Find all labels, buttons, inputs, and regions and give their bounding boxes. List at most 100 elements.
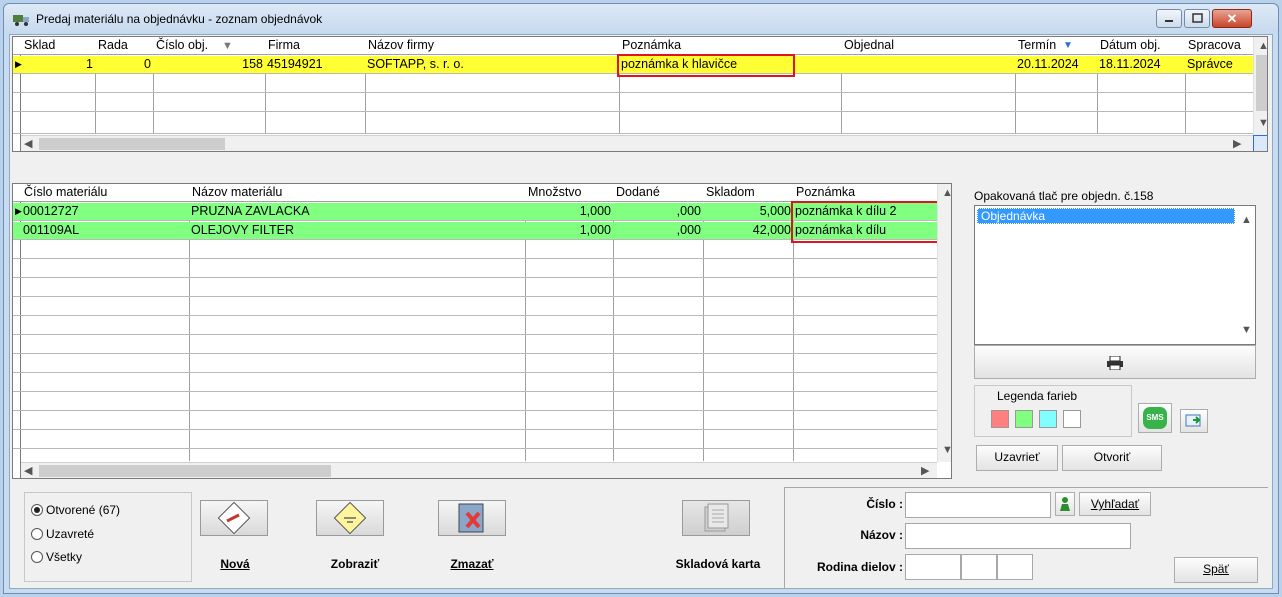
col-mnozstvo[interactable]: Množstvo bbox=[525, 184, 582, 202]
table-row[interactable] bbox=[13, 431, 937, 449]
person-search-icon bbox=[1060, 497, 1070, 511]
close-button[interactable]: ✕ bbox=[1212, 9, 1252, 28]
scroll-thumb[interactable] bbox=[39, 465, 331, 477]
rodina-input-3[interactable] bbox=[997, 554, 1033, 580]
table-row[interactable]: ▶ 1 0 158 45194921 SOFTAPP, s. r. o. poz… bbox=[13, 56, 1253, 74]
radio-uzavrete[interactable]: Uzavreté bbox=[31, 527, 94, 541]
col-datum-obj[interactable]: Dátum obj. bbox=[1097, 37, 1160, 55]
scroll-right-icon[interactable]: ▶ bbox=[921, 464, 929, 477]
cell-nazov: OLEJOVY FILTER bbox=[191, 223, 295, 237]
printer-icon bbox=[1107, 355, 1123, 371]
cell-skladom: 42,000 bbox=[752, 223, 791, 237]
reprint-list[interactable]: Objednávka ▲ ▼ bbox=[974, 205, 1256, 345]
items-horizontal-scrollbar[interactable]: ◀ ▶ bbox=[21, 462, 937, 478]
scroll-thumb[interactable] bbox=[1256, 55, 1267, 111]
table-row[interactable] bbox=[13, 317, 937, 335]
table-row[interactable] bbox=[13, 298, 937, 316]
nova-label[interactable]: Nová bbox=[210, 557, 260, 571]
radio-vsetky[interactable]: Všetky bbox=[31, 550, 82, 564]
col-spracoval[interactable]: Spracova bbox=[1185, 37, 1241, 55]
items-vertical-scrollbar[interactable]: ▲ ▼ bbox=[937, 184, 951, 462]
table-row[interactable] bbox=[13, 279, 937, 297]
orders-horizontal-scrollbar[interactable]: ◀ ▶ bbox=[21, 135, 1253, 151]
table-row[interactable] bbox=[13, 75, 1253, 93]
col-cislo-obj[interactable]: Číslo obj. bbox=[153, 37, 208, 55]
zobrazit-label[interactable]: Zobraziť bbox=[322, 557, 388, 571]
filter-icon[interactable]: ▼ bbox=[222, 40, 233, 52]
scroll-right-icon[interactable]: ▶ bbox=[1233, 137, 1241, 150]
table-row[interactable] bbox=[13, 374, 937, 392]
orders-header: Sklad Rada Číslo obj. ▼ Firma Názov firm… bbox=[13, 37, 1253, 55]
cell-mnozstvo: 1,000 bbox=[579, 204, 611, 218]
col-termin[interactable]: Termín bbox=[1015, 37, 1056, 55]
scroll-left-icon[interactable]: ◀ bbox=[24, 137, 32, 150]
col-nazov-materialu[interactable]: Názov materiálu bbox=[189, 184, 282, 202]
email-button[interactable] bbox=[1180, 409, 1208, 433]
minimize-icon bbox=[1165, 20, 1173, 22]
nova-button[interactable] bbox=[200, 500, 268, 536]
col-dodane[interactable]: Dodané bbox=[613, 184, 660, 202]
col-firma[interactable]: Firma bbox=[265, 37, 300, 55]
main-window: Predaj materiálu na objednávku - zoznam … bbox=[3, 3, 1279, 594]
col-cislo-materialu[interactable]: Číslo materiálu bbox=[21, 184, 107, 202]
rodina-dielov-label: Rodina dielov : bbox=[816, 560, 903, 574]
scroll-down-icon[interactable]: ▼ bbox=[1258, 117, 1267, 129]
skladova-karta-button[interactable] bbox=[682, 500, 750, 536]
rodina-input-2[interactable] bbox=[961, 554, 997, 580]
table-row[interactable] bbox=[13, 94, 1253, 112]
scroll-thumb[interactable] bbox=[39, 138, 225, 150]
cell-firma: 45194921 bbox=[267, 57, 323, 71]
zmazat-label[interactable]: Zmazať bbox=[442, 557, 502, 571]
maximize-button[interactable] bbox=[1184, 9, 1210, 28]
print-button[interactable] bbox=[974, 345, 1256, 379]
scroll-up-icon[interactable]: ▲ bbox=[1241, 214, 1252, 226]
scroll-down-icon[interactable]: ▼ bbox=[942, 444, 951, 456]
uzavriet-button[interactable]: Uzavrieť bbox=[976, 445, 1058, 471]
legend-swatch-cyan bbox=[1039, 410, 1057, 428]
table-row[interactable] bbox=[13, 241, 937, 259]
col-sklad[interactable]: Sklad bbox=[21, 37, 55, 55]
table-row[interactable]: 001109AL OLEJOVY FILTER 1,000 ,000 42,00… bbox=[13, 222, 937, 240]
reprint-title: Opakovaná tlač pre objedn. č.158 bbox=[974, 189, 1154, 203]
rodina-input-1[interactable] bbox=[905, 554, 961, 580]
col-rada[interactable]: Rada bbox=[95, 37, 128, 55]
cell-mnozstvo: 1,000 bbox=[579, 223, 611, 237]
col-poznamka-item[interactable]: Poznámka bbox=[793, 184, 855, 202]
col-poznamka[interactable]: Poznámka bbox=[619, 37, 681, 55]
close-icon: ✕ bbox=[1226, 11, 1238, 26]
table-row[interactable] bbox=[13, 113, 1253, 134]
nazov-input[interactable] bbox=[905, 523, 1131, 549]
find-person-button[interactable] bbox=[1055, 492, 1075, 516]
cell-poznamka: poznámka k dílu bbox=[795, 223, 887, 237]
table-row[interactable] bbox=[13, 412, 937, 430]
skladova-karta-label[interactable]: Skladová karta bbox=[666, 557, 770, 571]
scroll-left-icon[interactable]: ◀ bbox=[24, 464, 32, 477]
col-nazov-firmy[interactable]: Názov firmy bbox=[365, 37, 434, 55]
col-skladom[interactable]: Skladom bbox=[703, 184, 755, 202]
cell-datum: 18.11.2024 bbox=[1099, 57, 1161, 71]
zmazat-button[interactable] bbox=[438, 500, 506, 536]
table-row[interactable]: ▶ 00012727 PRUZNA ZAVLACKA 1,000 ,000 5,… bbox=[13, 203, 937, 221]
col-objednal[interactable]: Objednal bbox=[841, 37, 894, 55]
scroll-up-icon[interactable]: ▲ bbox=[942, 187, 951, 199]
sms-button[interactable]: SMS bbox=[1138, 403, 1172, 433]
table-row[interactable] bbox=[13, 336, 937, 354]
otvorit-button[interactable]: Otvoriť bbox=[1062, 445, 1162, 471]
cell-nazov: SOFTAPP, s. r. o. bbox=[367, 57, 464, 71]
scroll-up-icon[interactable]: ▲ bbox=[1258, 40, 1267, 52]
table-row[interactable] bbox=[13, 355, 937, 373]
orders-vertical-scrollbar[interactable]: ▲ ▼ bbox=[1253, 37, 1267, 135]
scroll-down-icon[interactable]: ▼ bbox=[1241, 324, 1252, 336]
table-row[interactable] bbox=[13, 260, 937, 278]
radio-otvorene[interactable]: Otvorené (67) bbox=[31, 503, 120, 517]
table-row[interactable] bbox=[13, 393, 937, 411]
cislo-input[interactable] bbox=[905, 492, 1051, 518]
maximize-icon bbox=[1192, 13, 1203, 23]
list-item[interactable]: Objednávka bbox=[977, 208, 1235, 224]
sms-icon: SMS bbox=[1143, 407, 1167, 429]
zobrazit-button[interactable] bbox=[316, 500, 384, 536]
grid-settings-icon[interactable] bbox=[1253, 135, 1267, 151]
vyhladat-button[interactable]: Vyhľadať bbox=[1079, 492, 1151, 516]
minimize-button[interactable] bbox=[1156, 9, 1182, 28]
spat-button[interactable]: Späť bbox=[1174, 557, 1258, 583]
